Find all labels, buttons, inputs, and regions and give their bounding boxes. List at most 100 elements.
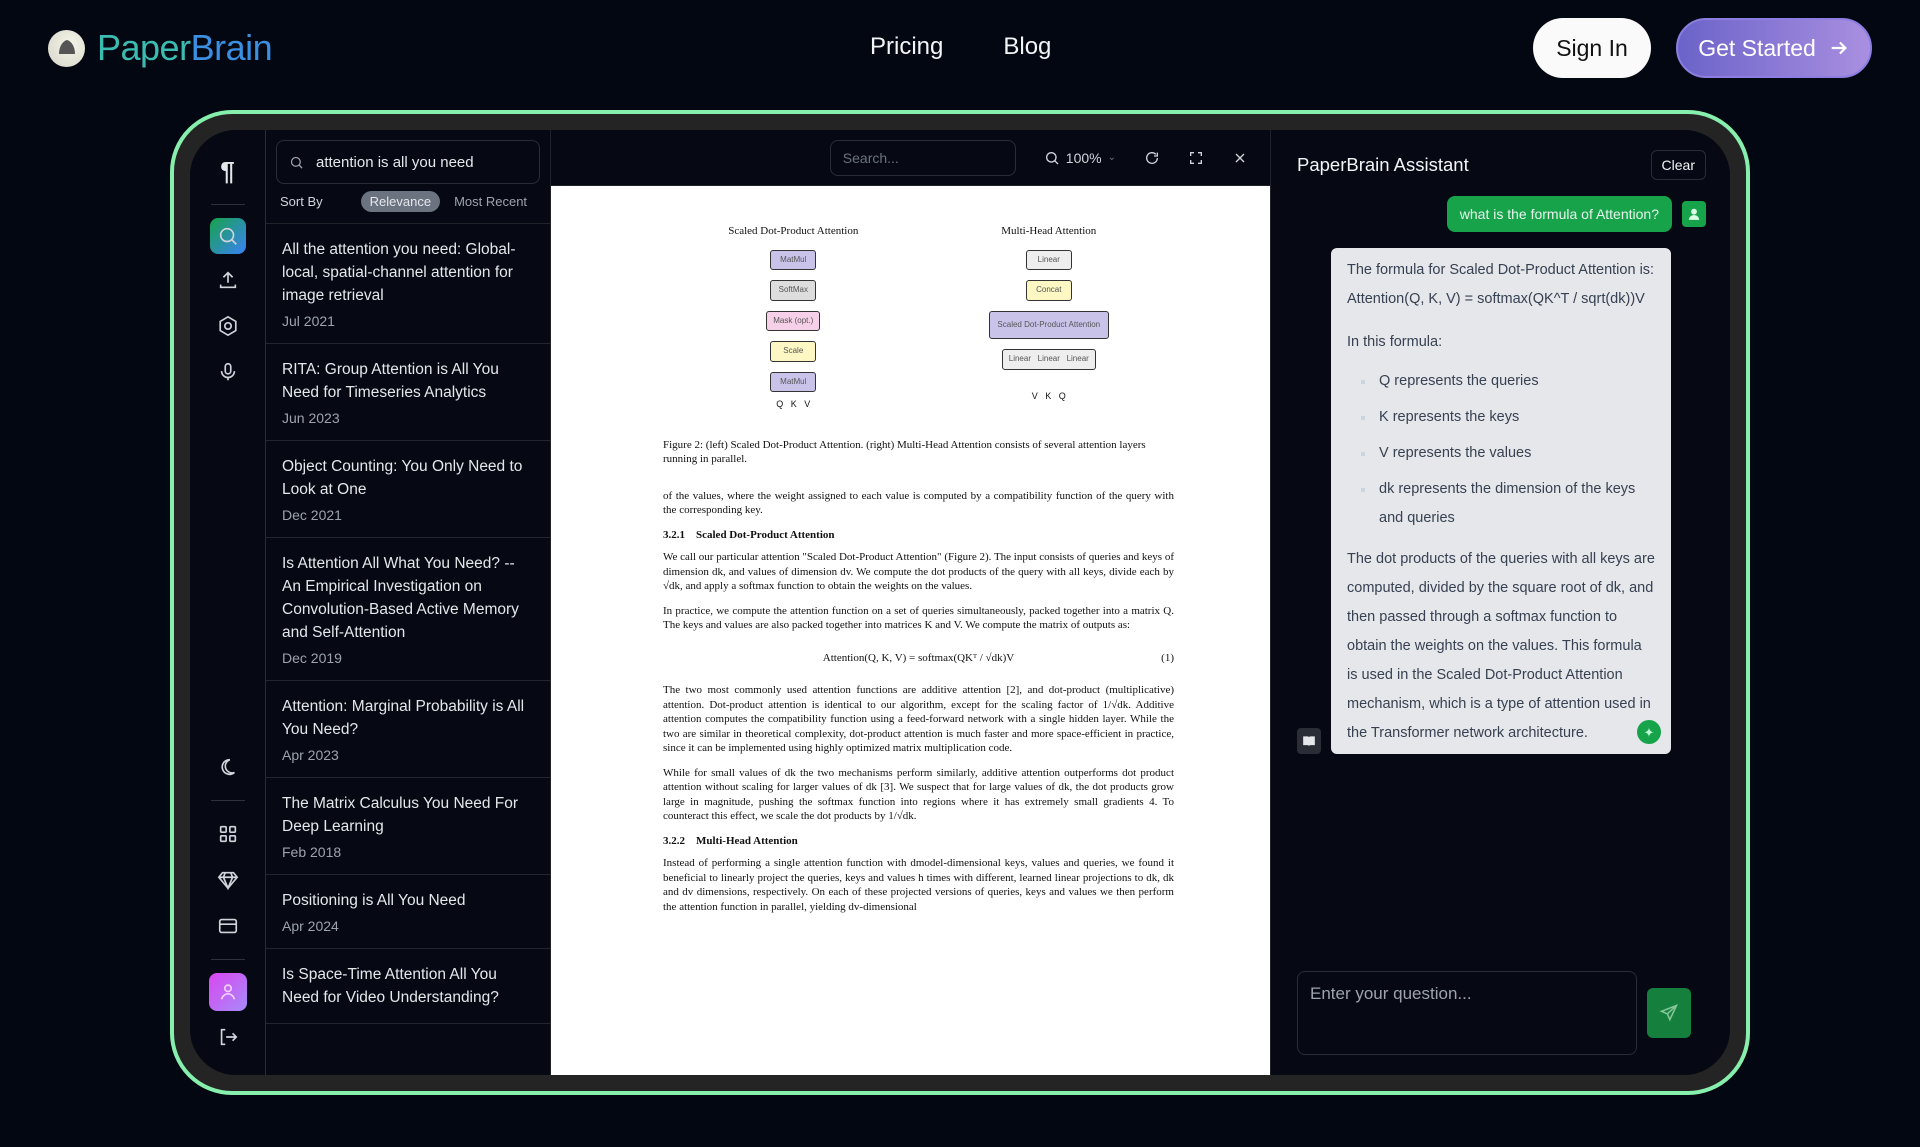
search-query[interactable]: attention is all you need	[316, 154, 474, 171]
paragraph: We call our particular attention "Scaled…	[663, 551, 1174, 592]
brand-part-brain: Brain	[190, 27, 273, 68]
paragraph: In practice, we compute the attention fu…	[663, 604, 1174, 632]
search-results-panel: attention is all you need Sort By Releva…	[266, 130, 551, 1075]
result-date: Jul 2021	[282, 313, 335, 329]
user-profile-button[interactable]	[208, 973, 247, 1011]
sign-in-button[interactable]: Sign In	[1533, 18, 1651, 78]
microphone-icon	[220, 362, 235, 381]
result-item[interactable]: RITA: Group Attention is All You Need fo…	[266, 344, 550, 441]
result-item[interactable]: Is Attention All What You Need? -- An Em…	[266, 538, 550, 681]
logo[interactable]: PaperBrain	[48, 27, 273, 69]
question-input[interactable]	[1297, 971, 1637, 1055]
app-screen: ¶ attention is all you need Sort By Rele…	[190, 130, 1730, 1075]
assistant-header: PaperBrain Assistant Clear	[1297, 150, 1706, 180]
figure-caption: Figure 2: (left) Scaled Dot-Product Atte…	[663, 438, 1146, 466]
refresh-button[interactable]	[1144, 150, 1160, 166]
diagram-box: SoftMax	[770, 280, 817, 301]
logout-button[interactable]	[206, 1017, 250, 1057]
reply-bullets: Q represents the queries K represents th…	[1347, 367, 1655, 533]
chevron-down-icon: ⌄	[1107, 152, 1116, 163]
settings-button[interactable]	[206, 306, 250, 346]
search-icon	[290, 156, 303, 169]
diagram-box: MatMul	[770, 249, 817, 270]
paragraph-icon[interactable]: ¶	[206, 151, 250, 191]
reply-bullet: dk represents the dimension of the keys …	[1361, 475, 1655, 533]
paragraph: While for small values of dk the two mec…	[663, 766, 1174, 823]
send-button[interactable]	[1647, 988, 1691, 1038]
result-title: The Matrix Calculus You Need For Deep Le…	[282, 795, 519, 835]
results-list: All the attention you need: Global-local…	[266, 224, 550, 1024]
rail-divider	[210, 204, 245, 205]
result-date: Apr 2024	[282, 918, 339, 934]
get-started-button[interactable]: Get Started	[1676, 18, 1872, 78]
hexagon-settings-icon	[218, 315, 237, 337]
billing-button[interactable]	[206, 906, 250, 946]
logo-icon	[48, 29, 85, 67]
assistant-message-bubble: The formula for Scaled Dot-Product Atten…	[1331, 248, 1671, 754]
assistant-title: PaperBrain Assistant	[1297, 154, 1469, 175]
expand-icon	[1190, 151, 1202, 164]
user-avatar-icon	[1682, 201, 1706, 227]
close-viewer-button[interactable]	[1232, 150, 1248, 166]
paragraph: of the values, where the weight assigned…	[663, 489, 1174, 517]
get-started-label: Get Started	[1698, 34, 1816, 61]
user-message: what is the formula of Attention?	[1297, 196, 1706, 232]
nav-pricing[interactable]: Pricing	[870, 33, 943, 61]
equation-number: (1)	[1161, 651, 1174, 664]
pdf-page: Scaled Dot-Product Attention MatMul Soft…	[551, 186, 1270, 1075]
icon-sidebar: ¶	[190, 130, 266, 1075]
arrow-right-icon	[1831, 41, 1847, 55]
book-icon[interactable]	[1297, 728, 1321, 754]
equation-1: Attention(Q, K, V) = softmax(QKᵀ / √dk)V…	[663, 651, 1174, 666]
result-title: All the attention you need: Global-local…	[282, 241, 516, 304]
search-nav-button[interactable]	[209, 218, 246, 254]
tablet-mockup: ¶ attention is all you need Sort By Rele…	[170, 110, 1750, 1095]
zoom-level: 100%	[1065, 149, 1102, 166]
result-item[interactable]: Is Space-Time Attention All You Need for…	[266, 949, 550, 1024]
sort-most-recent[interactable]: Most Recent	[454, 194, 527, 209]
result-item[interactable]: Object Counting: You Only Need to Look a…	[266, 441, 550, 538]
equation-text: Attention(Q, K, V) = softmax(QKᵀ / √dk)V	[822, 651, 1015, 664]
result-date: Apr 2023	[282, 747, 339, 763]
clear-chat-button[interactable]: Clear	[1650, 150, 1706, 180]
result-item[interactable]: All the attention you need: Global-local…	[266, 224, 550, 344]
zoom-select[interactable]: 100% ⌄	[1044, 150, 1116, 166]
diamond-icon	[217, 871, 238, 891]
dashboard-button[interactable]	[206, 814, 250, 854]
premium-button[interactable]	[206, 860, 250, 900]
user-icon	[220, 984, 235, 1000]
diagram-box: Scaled Dot-Product Attention	[988, 310, 1109, 339]
paper-search-input[interactable]: attention is all you need	[276, 140, 540, 184]
rail-divider	[210, 959, 245, 960]
sort-relevance[interactable]: Relevance	[360, 191, 441, 212]
grid-icon	[219, 825, 236, 843]
section-heading: 3.2.2 Multi-Head Attention	[663, 834, 798, 847]
reply-lead: In this formula:	[1347, 334, 1443, 350]
microphone-button[interactable]	[206, 352, 250, 392]
sort-controls: Sort By Relevance Most Recent	[266, 190, 550, 224]
result-date: Jun 2023	[282, 410, 340, 426]
upload-button[interactable]	[206, 260, 250, 300]
reply-outro: The dot products of the queries with all…	[1347, 551, 1655, 741]
top-navbar: PaperBrain Pricing Blog Sign In Get Star…	[0, 0, 1920, 96]
close-icon	[1235, 153, 1245, 162]
sort-label: Sort By	[280, 194, 323, 209]
result-date: Dec 2021	[282, 507, 342, 523]
reply-bullet: V represents the values	[1361, 439, 1655, 468]
pdf-viewer: Search... 100% ⌄ Scaled Dot-Product Atte…	[551, 130, 1271, 1075]
question-input-area	[1297, 971, 1706, 1055]
pdf-search-input[interactable]: Search...	[829, 139, 1016, 176]
result-item[interactable]: The Matrix Calculus You Need For Deep Le…	[266, 778, 550, 875]
paragraph: The two most commonly used attention fun…	[663, 684, 1174, 754]
nav-blog[interactable]: Blog	[1003, 33, 1051, 61]
diagram-inputs: V K Q	[1031, 390, 1066, 401]
send-icon	[1659, 1004, 1678, 1022]
result-item[interactable]: Attention: Marginal Probability is All Y…	[266, 681, 550, 778]
theme-toggle-button[interactable]	[206, 747, 250, 787]
fullscreen-button[interactable]	[1188, 150, 1204, 166]
result-item[interactable]: Positioning is All You Need Apr 2024	[266, 875, 550, 949]
user-message-bubble: what is the formula of Attention?	[1446, 196, 1672, 232]
diagram-box: Concat	[1025, 280, 1072, 301]
pdf-search-placeholder: Search...	[842, 149, 899, 166]
figure-scaled-dot-product: Scaled Dot-Product Attention MatMul Soft…	[728, 224, 858, 412]
